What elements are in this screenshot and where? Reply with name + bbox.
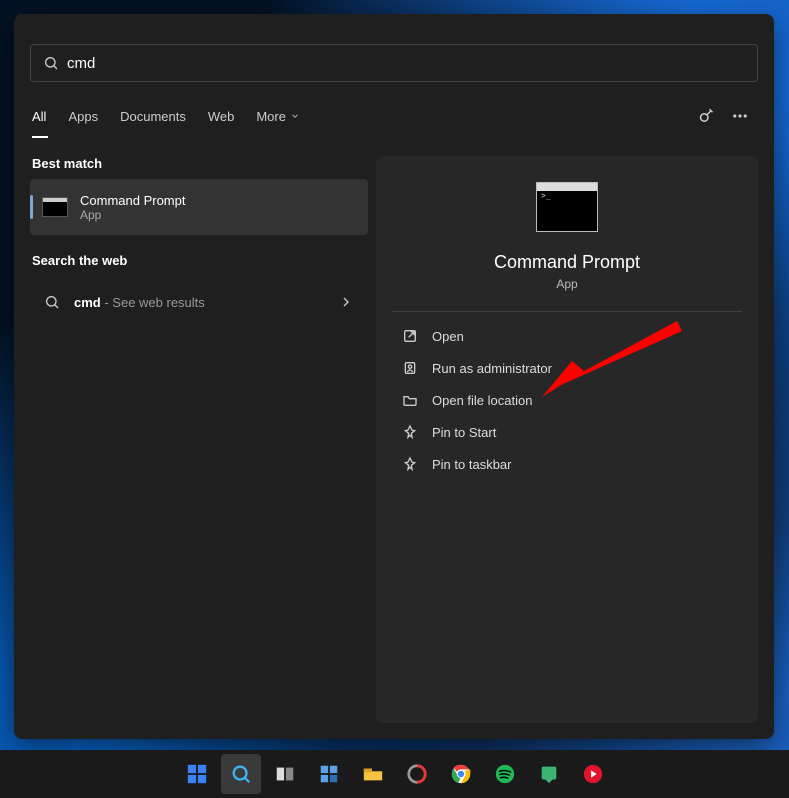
filter-tab-more[interactable]: More bbox=[256, 109, 300, 124]
web-result-text: cmd - See web results bbox=[74, 295, 205, 310]
action-open[interactable]: Open bbox=[392, 320, 742, 352]
best-match-result[interactable]: Command Prompt App bbox=[30, 179, 368, 235]
action-list: Open Run as administrator Open file loca… bbox=[392, 320, 742, 480]
preview-pane: Command Prompt App Open Run as administr… bbox=[376, 156, 758, 723]
app-icon-2[interactable] bbox=[529, 754, 569, 794]
open-icon bbox=[402, 328, 418, 344]
results-column: Best match Command Prompt App Search the… bbox=[30, 156, 368, 723]
chevron-right-icon bbox=[338, 294, 354, 310]
best-match-heading: Best match bbox=[32, 156, 366, 171]
search-web-heading: Search the web bbox=[32, 253, 366, 268]
action-run-as-administrator[interactable]: Run as administrator bbox=[392, 352, 742, 384]
filter-tab-documents[interactable]: Documents bbox=[120, 109, 186, 124]
search-icon bbox=[44, 294, 60, 310]
app-icon-1[interactable] bbox=[397, 754, 437, 794]
action-open-file-location[interactable]: Open file location bbox=[392, 384, 742, 416]
filter-tab-apps[interactable]: Apps bbox=[68, 109, 98, 124]
pin-icon bbox=[402, 456, 418, 472]
chevron-down-icon bbox=[290, 111, 300, 121]
search-button[interactable] bbox=[221, 754, 261, 794]
widgets-button[interactable] bbox=[309, 754, 349, 794]
search-icon bbox=[43, 55, 59, 71]
action-pin-to-taskbar[interactable]: Pin to taskbar bbox=[392, 448, 742, 480]
task-view-button[interactable] bbox=[265, 754, 305, 794]
app-icon-3[interactable] bbox=[573, 754, 613, 794]
folder-icon bbox=[402, 392, 418, 408]
preview-title: Command Prompt bbox=[494, 252, 640, 273]
command-prompt-icon bbox=[536, 182, 598, 232]
command-prompt-icon bbox=[42, 197, 68, 217]
more-options-button[interactable] bbox=[724, 100, 756, 132]
spotify-button[interactable] bbox=[485, 754, 525, 794]
filter-tab-web[interactable]: Web bbox=[208, 109, 235, 124]
search-box[interactable] bbox=[30, 44, 758, 82]
divider bbox=[392, 311, 742, 312]
preview-subtitle: App bbox=[556, 277, 577, 291]
shield-icon bbox=[402, 360, 418, 376]
best-match-title: Command Prompt bbox=[80, 193, 185, 208]
filter-tabs: All Apps Documents Web More bbox=[30, 100, 758, 132]
chrome-button[interactable] bbox=[441, 754, 481, 794]
best-match-subtitle: App bbox=[80, 208, 185, 222]
search-input[interactable] bbox=[67, 45, 745, 81]
taskbar bbox=[0, 750, 789, 798]
filter-tab-all[interactable]: All bbox=[32, 109, 46, 124]
pin-icon bbox=[402, 424, 418, 440]
file-explorer-button[interactable] bbox=[353, 754, 393, 794]
start-search-panel: All Apps Documents Web More Best match C… bbox=[14, 14, 774, 739]
active-tab-indicator bbox=[32, 136, 48, 138]
start-button[interactable] bbox=[177, 754, 217, 794]
action-pin-to-start[interactable]: Pin to Start bbox=[392, 416, 742, 448]
search-scope-icon[interactable] bbox=[692, 100, 724, 132]
web-search-result[interactable]: cmd - See web results bbox=[30, 280, 368, 324]
